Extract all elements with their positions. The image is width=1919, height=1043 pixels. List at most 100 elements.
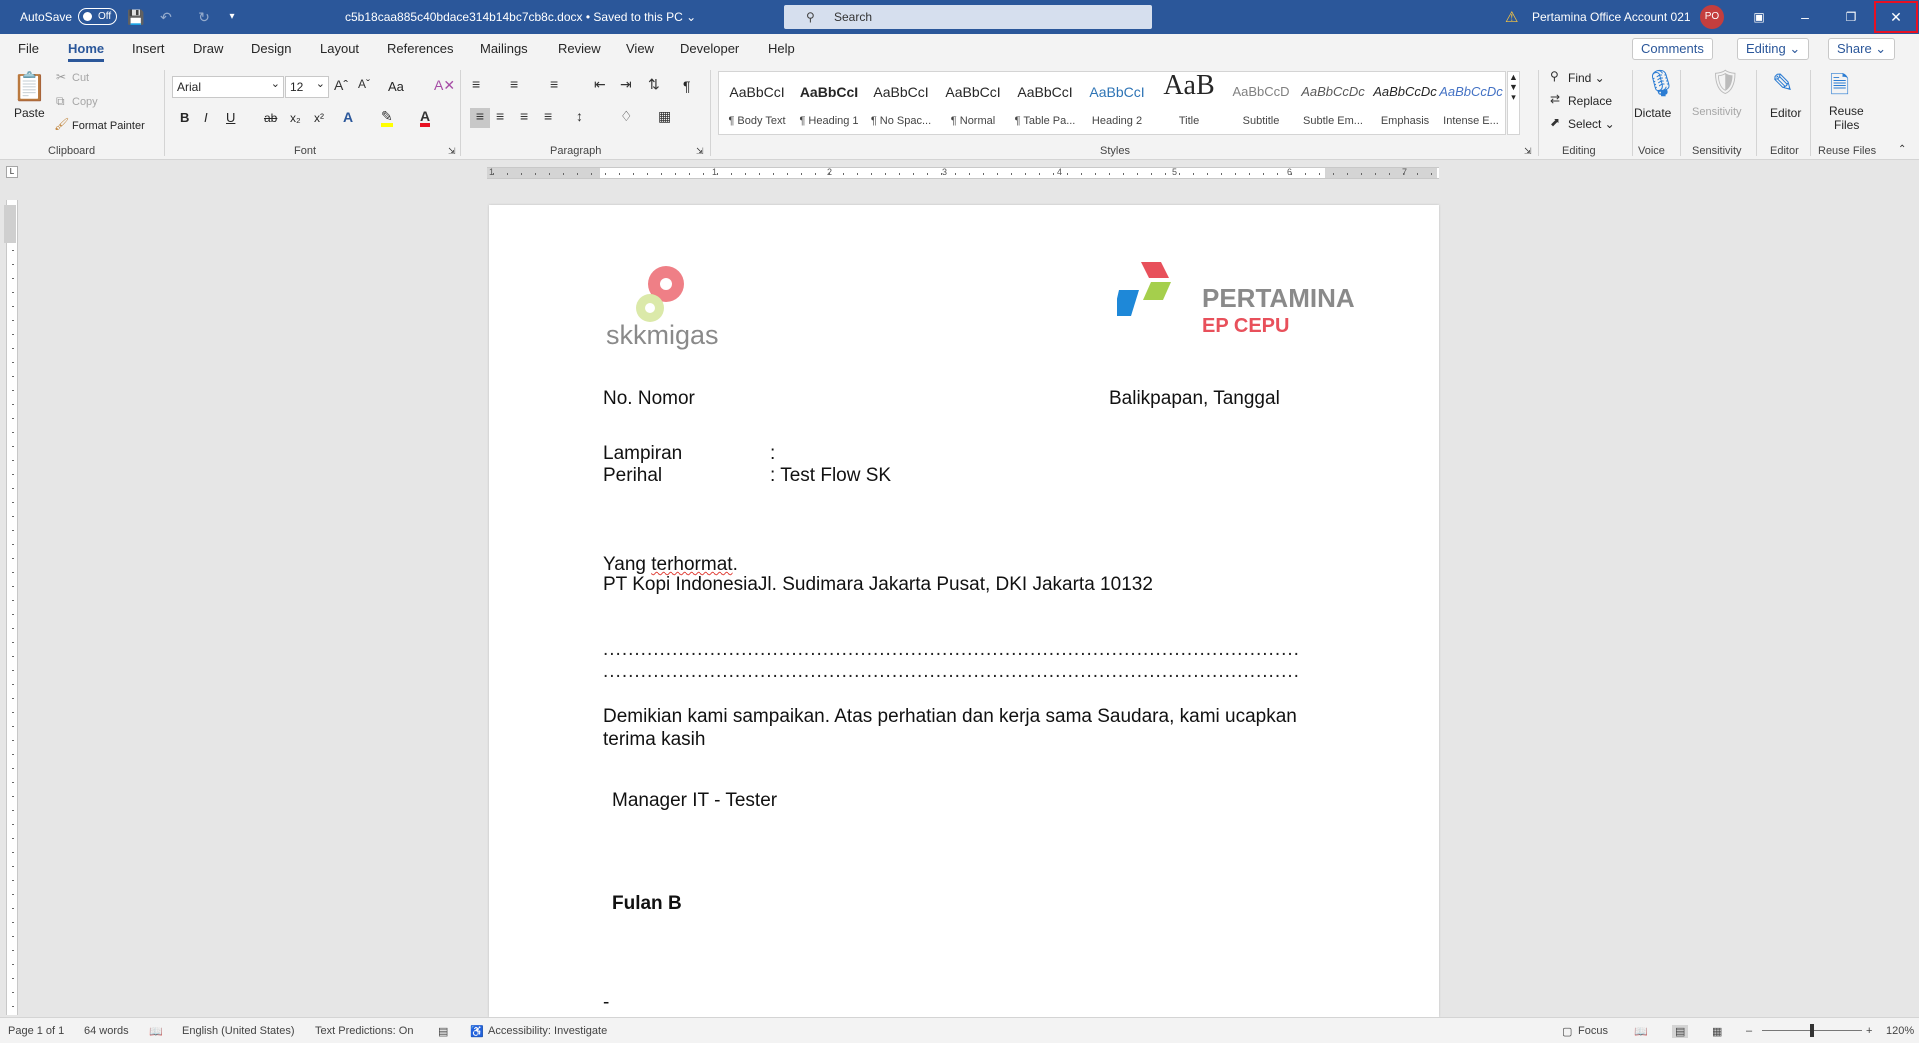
close-icon[interactable]: ✕ — [1873, 0, 1919, 34]
style-intense-emphasis[interactable]: AaBbCcDc Intense E... — [1435, 72, 1507, 134]
style-heading-1[interactable]: AaBbCcI ¶ Heading 1 — [793, 72, 865, 134]
style-heading-2[interactable]: AaBbCcI Heading 2 — [1081, 72, 1153, 134]
tab-help[interactable]: Help — [768, 41, 795, 56]
align-left-icon[interactable]: ≡ — [470, 108, 490, 128]
minimize-icon[interactable]: – — [1782, 0, 1828, 34]
document-page[interactable]: skkmigas PERTAMINA EP CEPU No. Nomor Bal… — [489, 205, 1439, 1017]
account-name[interactable]: Pertamina Office Account 021 — [1532, 10, 1691, 24]
spelling-error[interactable]: terhormat — [651, 554, 732, 575]
avatar[interactable]: PO — [1700, 5, 1724, 29]
language[interactable]: English (United States) — [182, 1025, 295, 1037]
multilevel-list-icon[interactable]: ≡ — [550, 76, 558, 92]
align-center-icon[interactable]: ≡ — [496, 108, 504, 124]
clear-formatting-icon[interactable]: A✕ — [434, 77, 455, 94]
styles-scroll[interactable]: ▲ ▼ ▾ — [1507, 71, 1520, 135]
tab-references[interactable]: References — [387, 41, 453, 56]
strikethrough-button[interactable]: ab — [264, 111, 277, 125]
tab-layout[interactable]: Layout — [320, 41, 359, 56]
paragraph-dialog-icon[interactable]: ⇲ — [696, 146, 704, 157]
restore-icon[interactable]: ❐ — [1828, 0, 1874, 34]
text-predictions[interactable]: Text Predictions: On — [315, 1025, 413, 1037]
show-formatting-button[interactable]: ¶ — [683, 78, 691, 94]
style-normal[interactable]: AaBbCcI ¶ Normal — [937, 72, 1009, 134]
undo-icon[interactable]: ↶ — [156, 7, 176, 27]
dictate-button[interactable]: Dictate — [1634, 106, 1671, 120]
change-case-button[interactable]: Aa — [388, 79, 404, 94]
shading-icon[interactable]: ♢ — [620, 108, 633, 125]
autosave-toggle[interactable]: Off — [78, 8, 117, 25]
decrease-indent-icon[interactable]: ⇤ — [594, 76, 606, 93]
search-box[interactable]: ⚲ Search — [784, 5, 1152, 29]
style-title[interactable]: AaB Title — [1153, 70, 1225, 134]
customize-toolbar-icon[interactable]: ▾ — [222, 7, 242, 27]
select-button[interactable]: Select ⌄ — [1568, 117, 1615, 131]
warning-icon[interactable]: ⚠ — [1505, 8, 1518, 26]
web-layout-icon[interactable]: ▦ — [1712, 1025, 1722, 1038]
vertical-ruler[interactable] — [6, 200, 18, 1015]
editor-button[interactable]: Editor — [1770, 106, 1801, 120]
shrink-font-icon[interactable]: Aˇ — [358, 77, 370, 91]
style-subtitle[interactable]: AaBbCcD Subtitle — [1225, 72, 1297, 134]
bullets-icon[interactable]: ≡ — [472, 76, 480, 92]
style-subtle-emphasis[interactable]: AaBbCcDc Subtle Em... — [1297, 72, 1369, 134]
document-title[interactable]: c5b18caa885c40bdace314b14bc7cb8c.docx • … — [345, 10, 696, 24]
font-name-select[interactable]: Arial — [172, 74, 284, 98]
increase-indent-icon[interactable]: ⇥ — [620, 76, 632, 93]
font-dialog-icon[interactable]: ⇲ — [448, 146, 456, 157]
borders-icon[interactable]: ▦ — [658, 108, 671, 125]
comments-button[interactable]: Comments — [1632, 38, 1713, 60]
style-no-spacing[interactable]: AaBbCcI ¶ No Spac... — [865, 72, 937, 134]
save-icon[interactable]: 💾 — [126, 7, 146, 27]
redo-icon[interactable]: ↻ — [194, 7, 214, 27]
tab-review[interactable]: Review — [558, 41, 601, 56]
share-button[interactable]: Share ⌄ — [1828, 38, 1896, 60]
find-button[interactable]: Find ⌄ — [1568, 71, 1605, 85]
tab-selector-icon[interactable]: L — [6, 166, 18, 178]
proofing-icon[interactable]: 📖 — [149, 1025, 163, 1038]
word-count[interactable]: 64 words — [84, 1025, 129, 1037]
tab-mailings[interactable]: Mailings — [480, 41, 528, 56]
superscript-button[interactable]: x² — [314, 111, 324, 125]
sort-icon[interactable]: ⇅ — [648, 76, 660, 93]
align-right-icon[interactable]: ≡ — [520, 108, 528, 124]
print-layout-icon[interactable]: ▤ — [1672, 1025, 1689, 1038]
zoom-slider-thumb[interactable] — [1810, 1024, 1814, 1037]
editing-mode-button[interactable]: Editing ⌄ — [1737, 38, 1810, 60]
styles-dialog-icon[interactable]: ⇲ — [1524, 146, 1532, 157]
tab-file[interactable]: File — [18, 41, 39, 56]
focus-button[interactable]: Focus — [1578, 1025, 1608, 1037]
format-painter-button[interactable]: Format Painter — [72, 120, 145, 132]
tab-developer[interactable]: Developer — [680, 41, 739, 56]
bold-button[interactable]: B — [180, 110, 189, 125]
grow-font-icon[interactable]: Aˆ — [334, 77, 348, 93]
accessibility-status[interactable]: Accessibility: Investigate — [488, 1025, 607, 1037]
zoom-in-icon[interactable]: + — [1866, 1025, 1872, 1037]
page-count[interactable]: Page 1 of 1 — [8, 1025, 64, 1037]
paste-icon[interactable]: 📋 — [12, 70, 47, 103]
zoom-level[interactable]: 120% — [1886, 1025, 1914, 1037]
font-size-select[interactable]: 12 — [285, 74, 329, 98]
style-body-text[interactable]: AaBbCcI ¶ Body Text — [721, 72, 793, 134]
paste-button[interactable]: Paste — [14, 106, 45, 120]
reuse-files-button-line2[interactable]: Files — [1834, 118, 1859, 132]
highlight-icon[interactable]: ✎ — [381, 109, 393, 127]
tab-draw[interactable]: Draw — [193, 41, 223, 56]
replace-button[interactable]: Replace — [1568, 94, 1612, 108]
copy-button[interactable]: Copy — [72, 96, 98, 108]
line-spacing-icon[interactable]: ↕ — [576, 108, 583, 124]
collapse-ribbon-icon[interactable]: ⌃ — [1898, 144, 1906, 155]
numbering-icon[interactable]: ≡ — [510, 76, 518, 92]
reuse-files-button-line1[interactable]: Reuse — [1829, 104, 1864, 118]
read-mode-icon[interactable]: 📖 — [1634, 1025, 1648, 1038]
underline-button[interactable]: U — [226, 110, 235, 125]
tab-view[interactable]: View — [626, 41, 654, 56]
tab-insert[interactable]: Insert — [132, 41, 165, 56]
style-emphasis[interactable]: AaBbCcDc Emphasis — [1369, 72, 1441, 134]
justify-icon[interactable]: ≡ — [544, 108, 552, 124]
text-effects-icon[interactable]: A — [343, 109, 353, 125]
sensitivity-button[interactable]: Sensitivity — [1692, 106, 1742, 118]
cut-button[interactable]: Cut — [72, 72, 89, 84]
ribbon-display-icon[interactable]: ▣ — [1736, 0, 1782, 34]
tab-home[interactable]: Home — [68, 41, 105, 62]
font-color-icon[interactable]: A — [420, 109, 431, 127]
